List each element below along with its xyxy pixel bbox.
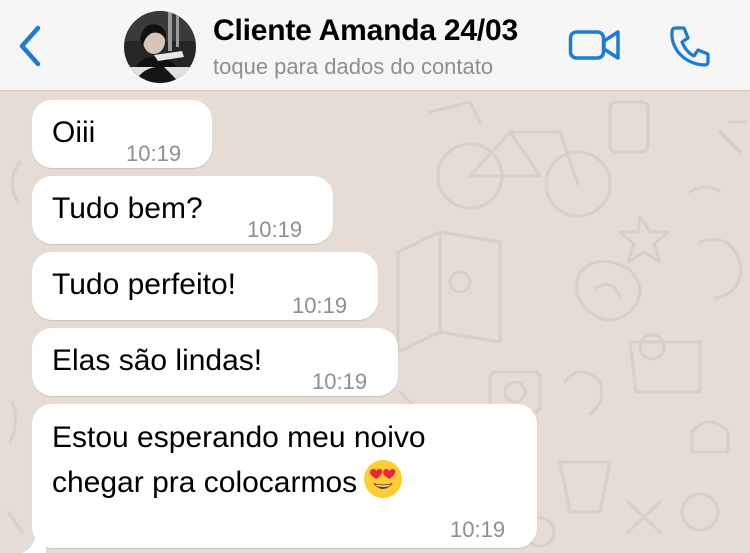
message-bubble[interactable]: Estou esperando meu noivo chegar pra col…	[32, 404, 537, 548]
message-text: Elas são lindas!	[52, 344, 263, 377]
video-call-button[interactable]	[568, 26, 622, 64]
message-text: Tudo bem?	[52, 192, 203, 225]
contact-subtitle[interactable]: toque para dados do contato	[213, 54, 493, 80]
message-time: 10:19	[126, 141, 182, 166]
message-tail	[22, 520, 46, 553]
phone-icon	[670, 26, 710, 67]
message-text: Oiii	[52, 116, 96, 149]
message-text: Tudo perfeito!	[52, 268, 236, 301]
avatar[interactable]	[124, 11, 196, 83]
message-text-line: chegar pra colocarmos	[52, 459, 403, 504]
message-time: 10:19	[247, 217, 303, 242]
message-text-line: Estou esperando meu noivo	[52, 421, 426, 454]
chevron-left-icon	[19, 25, 41, 67]
message-text-line-content: chegar pra colocarmos	[52, 466, 358, 499]
voice-call-button[interactable]	[668, 24, 712, 68]
chat-header: Cliente Amanda 24/03 toque para dados do…	[0, 0, 750, 91]
message-time: 10:19	[292, 293, 348, 318]
message-time: 10:19	[450, 517, 506, 542]
message-bubble[interactable]: Oiii 10:19	[32, 100, 212, 168]
back-button[interactable]	[14, 24, 48, 68]
heart-eyes-emoji-icon	[364, 460, 403, 498]
message-bubble[interactable]: Tudo bem? 10:19	[32, 176, 333, 244]
video-camera-icon	[568, 30, 620, 60]
message-bubble[interactable]: Elas são lindas! 10:19	[32, 328, 398, 396]
chat-area[interactable]: Oiii 10:19 Tudo bem? 10:19 Tudo perfeito…	[0, 92, 750, 553]
message-time: 10:19	[312, 369, 368, 394]
message-bubble[interactable]: Tudo perfeito! 10:19	[32, 252, 378, 320]
contact-name[interactable]: Cliente Amanda 24/03	[213, 14, 518, 48]
